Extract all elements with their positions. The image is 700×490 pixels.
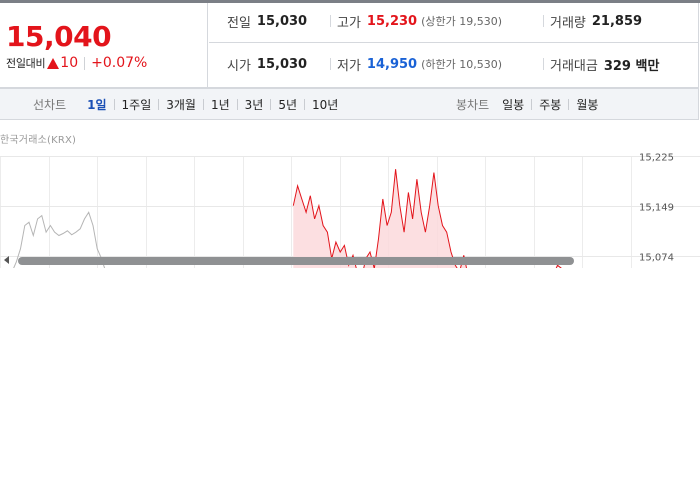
y-tick-label: 15,149 [639,203,674,214]
period-tab-0[interactable]: 1일 [80,96,113,113]
candle-tab-1[interactable]: 주봉 [532,96,568,113]
chart-source: 한국거래소(KRX) [0,135,77,146]
low-label: 저가 [337,58,361,74]
y-tick-label: 15,225 [639,153,674,164]
change-rate: +0.07% [91,55,148,71]
chart-scrollbar-thumb[interactable] [18,257,574,265]
chart-period-toolbar: 선차트 1일 1주일 3개월 1년 3년 5년 10년 봉차트 일봉 주봉 월봉 [0,88,699,120]
up-triangle-icon [47,57,60,69]
prev-close-cell: 전일 15,030 [227,0,307,42]
prev-close-value: 15,030 [256,13,308,29]
volume-value: 21,859 [591,13,643,29]
divider [84,56,86,70]
amount-value: 329 백만 [603,58,660,74]
line-chart-title: 선차트 [33,97,67,112]
prev-close-label: 전일 [227,15,251,31]
period-tab-1[interactable]: 1주일 [115,96,159,113]
volume-cell: 거래량 21,859 [550,0,642,42]
y-tick-label: 15,074 [639,253,674,264]
low-cell: 저가 14,950 (하한가 10,530) [337,43,502,85]
scroll-left-arrow-icon[interactable] [4,256,9,264]
current-price: 15,040 [6,20,112,53]
candle-chart-title: 봉차트 [456,97,490,112]
period-tab-6[interactable]: 10년 [305,96,345,113]
open-label: 시가 [227,58,251,74]
candle-chart-periods: 봉차트 일봉 주봉 월봉 [456,89,605,119]
divider [543,58,544,70]
change-value: 10 [60,55,79,71]
stats-row-1: 전일 15,030 고가 15,230 (상한가 19,530) 거래량 21,… [209,0,699,43]
period-tab-4[interactable]: 3년 [238,96,271,113]
low-value: 14,950 [366,56,418,72]
amount-label: 거래대금 [550,58,598,74]
line-chart-periods: 선차트 1일 1주일 3개월 1년 3년 5년 10년 [33,89,345,119]
period-tab-3[interactable]: 1년 [204,96,237,113]
price-line-chart: 15,225 15,149 15,074 [0,153,700,268]
divider [330,58,331,70]
divider [330,15,331,27]
upper-limit: (상한가 19,530) [421,15,503,28]
candle-tab-2[interactable]: 월봉 [569,96,605,113]
amount-cell: 거래대금 329 백만 [550,43,659,85]
lower-limit-value: 10,530 [459,58,498,71]
lower-limit: (하한가 10,530) [421,58,503,71]
candle-tab-0[interactable]: 일봉 [495,96,531,113]
open-cell: 시가 15,030 [227,43,307,85]
change-label: 전일대비 [6,57,46,70]
change-row: 전일대비 10 +0.07% [6,55,147,71]
high-value: 15,230 [366,13,418,29]
period-tab-2[interactable]: 3개월 [159,96,203,113]
price-area-fill [293,169,473,268]
lower-limit-label: 하한가 [425,58,456,71]
current-price-box: 15,040 전일대비 10 +0.07% [0,3,208,88]
high-cell: 고가 15,230 (상한가 19,530) [337,0,502,42]
open-value: 15,030 [256,56,308,72]
price-line-red [555,264,562,268]
high-label: 고가 [337,15,361,31]
period-tab-5[interactable]: 5년 [271,96,304,113]
divider [543,15,544,27]
stats-row-2: 시가 15,030 저가 14,950 (하한가 10,530) 거래대금 32… [209,43,699,85]
price-chart: 15,225 15,149 15,074 [0,120,700,268]
upper-limit-value: 19,530 [459,15,498,28]
price-line-grey [555,264,562,268]
upper-limit-label: 상한가 [425,15,456,28]
volume-label: 거래량 [550,15,586,31]
